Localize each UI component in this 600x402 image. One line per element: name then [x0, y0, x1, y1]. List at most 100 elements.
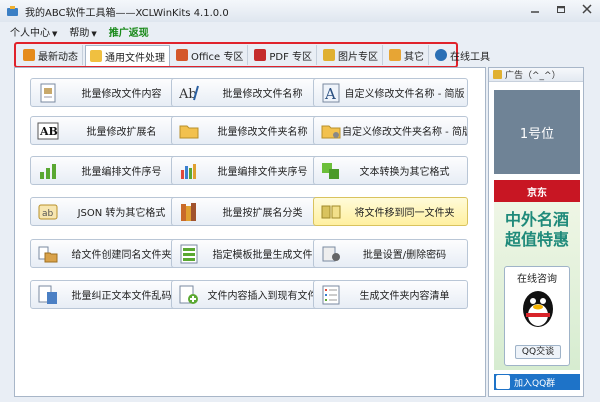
tab-latest-news[interactable]: 最新动态	[19, 45, 83, 65]
tab-office[interactable]: Office 专区	[172, 45, 249, 65]
qq-chat-button[interactable]: QQ交谈	[515, 345, 561, 359]
tab-label: 最新动态	[38, 51, 78, 63]
restore-icon	[557, 6, 565, 13]
jd-label: 京东	[527, 187, 547, 199]
text-edit-icon: Ab	[178, 82, 200, 104]
tab-label: 图片专区	[338, 51, 379, 63]
jd-logo: 京东	[494, 180, 580, 202]
insert-icon	[178, 284, 200, 306]
tool-custom-rename-folders[interactable]: 自定义修改文件夹名称 - 简版	[313, 116, 468, 145]
join-qq-group-button[interactable]: 加入QQ群	[494, 374, 580, 390]
tool-folder-content-list[interactable]: 生成文件夹内容清单	[313, 280, 468, 309]
minimize-button[interactable]	[528, 4, 542, 17]
tool-label: 给文件创建同名文件夹	[71, 250, 172, 261]
tab-pdf[interactable]: PDF 专区	[250, 45, 318, 65]
menu-help-label: 帮助	[69, 27, 90, 39]
app-icon	[7, 5, 18, 16]
note-icon	[389, 49, 402, 61]
tool-label: 文本转换为其它格式	[359, 167, 450, 178]
svg-text:A: A	[324, 85, 336, 103]
chart-color-icon	[178, 160, 200, 182]
menu-personal-center-label: 个人中心	[10, 27, 50, 39]
menu-personal-center[interactable]: 个人中心 ▼	[10, 24, 57, 39]
tool-create-same-name-folder[interactable]: 给文件创建同名文件夹	[30, 239, 185, 268]
tool-batch-password[interactable]: 批量设置/删除密码	[313, 239, 468, 268]
books-icon	[178, 201, 200, 223]
menu-promotion-cashback[interactable]: 推广返现	[109, 24, 149, 39]
tool-fix-text-encoding[interactable]: 批量纠正文本文件乱码	[30, 280, 185, 309]
tool-label: 批量编排文件序号	[81, 167, 162, 178]
tab-online-tools[interactable]: 在线工具	[431, 45, 494, 65]
document-edit-icon	[37, 82, 59, 104]
qq-penguin-icon	[523, 291, 553, 327]
tool-batch-edit-file-content[interactable]: 批量修改文件内容	[30, 78, 185, 107]
pdf-icon	[254, 49, 267, 61]
category-tabs: 最新动态 通用文件处理 Office 专区 PDF 专区 图片专区 其它 在线工…	[14, 42, 490, 68]
tool-label: 批量修改文件内容	[81, 89, 162, 100]
tool-label: 批量纠正文本文件乱码	[71, 291, 172, 302]
tool-label: 文件内容插入到现有文件	[207, 291, 318, 302]
tab-label: 在线工具	[450, 51, 491, 63]
tool-classify-by-extension[interactable]: 批量按扩展名分类	[171, 197, 326, 226]
tool-json-convert[interactable]: ab JSON 转为其它格式	[30, 197, 185, 226]
qq-consult-box: 在线咨询 QQ交谈	[504, 266, 570, 366]
globe-icon	[435, 49, 448, 61]
tool-label: 批量编排文件夹序号	[217, 167, 308, 178]
tab-general-files[interactable]: 通用文件处理	[85, 45, 170, 66]
list-icon	[320, 284, 342, 306]
close-button[interactable]	[580, 4, 594, 17]
tool-batch-rename-files[interactable]: Ab 批量修改文件名称	[171, 78, 326, 107]
folder-icon	[90, 50, 102, 62]
tool-label: 自定义修改文件夹名称 - 简版	[342, 127, 467, 138]
qq-chat-label: QQ交谈	[521, 347, 555, 357]
tool-text-convert[interactable]: 文本转换为其它格式	[313, 156, 468, 185]
tab-images[interactable]: 图片专区	[319, 45, 384, 65]
ad-header-label: 广告（^_^）	[505, 71, 561, 81]
svg-text:ab: ab	[42, 209, 54, 219]
tool-batch-change-extension[interactable]: AB 批量修改扩展名	[30, 116, 185, 145]
password-icon	[320, 243, 342, 265]
tab-label: PDF 专区	[269, 51, 313, 63]
ad-line2: 超值特惠	[504, 230, 569, 249]
window-title: 我的ABC软件工具箱——XCLWinKits 4.1.0.0	[25, 7, 229, 19]
tab-other[interactable]: 其它	[385, 45, 430, 65]
tool-label: 自定义修改文件名称 - 简版	[344, 89, 465, 100]
tool-custom-rename-files[interactable]: A 自定义修改文件名称 - 简版	[313, 78, 468, 107]
chevron-down-icon: ▼	[91, 29, 97, 38]
menu-bar: 个人中心 ▼ 帮助 ▼ 推广返现	[0, 22, 600, 40]
tool-batch-rename-folders[interactable]: 批量修改文件夹名称	[171, 116, 326, 145]
bar-chart-icon	[37, 160, 59, 182]
tool-insert-into-existing-files[interactable]: 文件内容插入到现有文件	[171, 280, 326, 309]
tool-move-files-to-one-folder[interactable]: 将文件移到同一文件夹	[313, 197, 468, 226]
qq-consult-title: 在线咨询	[517, 274, 557, 285]
tool-batch-number-files[interactable]: 批量编排文件序号	[30, 156, 185, 185]
tool-label: 将文件移到同一文件夹	[354, 208, 455, 219]
close-icon	[582, 4, 592, 14]
folder-open-icon	[178, 120, 200, 142]
ad-slot-1[interactable]: 1号位	[494, 90, 580, 174]
join-qq-group-label: 加入QQ群	[514, 378, 556, 389]
move-files-icon	[320, 201, 342, 223]
tool-label: 批量修改文件名称	[222, 89, 303, 100]
restore-button[interactable]	[554, 4, 568, 17]
tool-label: 指定模板批量生成文件	[212, 250, 313, 261]
convert-icon	[320, 160, 342, 182]
title-bar: 我的ABC软件工具箱——XCLWinKits 4.1.0.0	[0, 0, 600, 22]
tool-label: 批量修改扩展名	[86, 127, 157, 138]
tool-batch-number-folders[interactable]: 批量编排文件夹序号	[171, 156, 326, 185]
tool-label: JSON 转为其它格式	[77, 208, 166, 219]
tab-label: 通用文件处理	[105, 52, 165, 64]
ab-icon: AB	[37, 120, 59, 142]
menu-promotion-label: 推广返现	[108, 27, 149, 39]
ad-sidebar: 广告（^_^） 1号位 京东 中外名酒 超值特惠 在线咨询 QQ交谈 加入QQ群	[488, 67, 584, 397]
menu-help[interactable]: 帮助 ▼	[69, 24, 96, 39]
office-icon	[176, 49, 188, 61]
tool-label: 生成文件夹内容清单	[359, 291, 450, 302]
ad-banner-jd[interactable]: 京东 中外名酒 超值特惠 在线咨询 QQ交谈	[494, 180, 580, 370]
folder-gear-icon	[320, 120, 342, 142]
tab-label: Office 专区	[191, 51, 244, 63]
ad-slot-label: 1号位	[519, 126, 555, 142]
rss-icon	[23, 49, 35, 61]
tool-generate-from-template[interactable]: 指定模板批量生成文件	[171, 239, 326, 268]
tool-label: 批量按扩展名分类	[222, 208, 303, 219]
